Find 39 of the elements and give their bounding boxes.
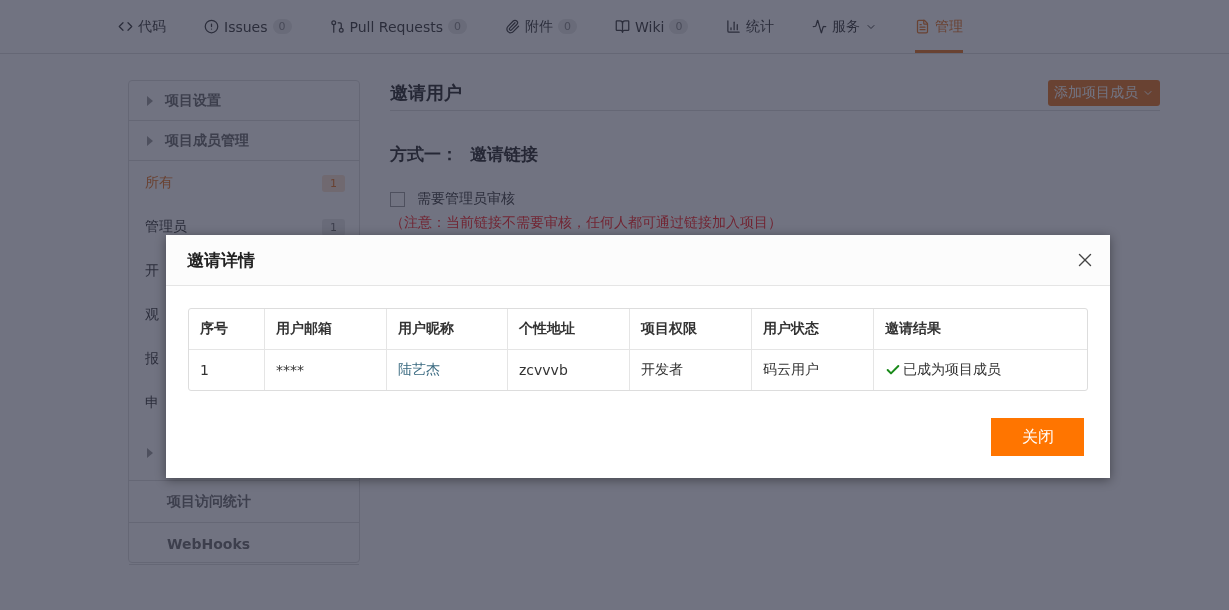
table-cell: zcvvvb [508, 350, 630, 390]
page-title: 邀请用户 [390, 81, 462, 105]
nav-tab[interactable]: 统计 [726, 0, 775, 53]
dialog-title: 邀请详情 [187, 248, 255, 272]
column-header: 用户邮箱 [265, 309, 387, 350]
caret-icon [147, 95, 153, 106]
column-header: 用户状态 [752, 309, 874, 350]
paperclip-icon [504, 19, 520, 34]
checkbox-label: 需要管理员审核 [417, 190, 515, 208]
column-header: 个性地址 [508, 309, 630, 350]
caret-icon [147, 135, 153, 146]
user-link[interactable]: 陆艺杰 [387, 350, 508, 390]
merge-icon [329, 19, 345, 34]
alert-icon [204, 19, 219, 34]
add-member-button[interactable]: 添加项目成员 [1048, 80, 1160, 106]
table-cell: 开发者 [630, 350, 752, 390]
table-cell: 码云用户 [752, 350, 874, 390]
column-header: 序号 [189, 309, 265, 350]
nav-tab[interactable]: 管理 [915, 0, 964, 53]
book-icon [614, 19, 630, 34]
table-cell: 已成为项目成员 [874, 350, 1087, 390]
section-title: 方式一： 邀请链接 [390, 143, 539, 166]
close-button[interactable]: 关闭 [991, 418, 1084, 456]
sidebar-item[interactable]: 所有 1 [129, 161, 359, 205]
note-text: （注意：当前链接不需要审核，任何人都可通过链接加入项目） [390, 214, 783, 232]
column-header: 项目权限 [630, 309, 752, 350]
column-header: 用户昵称 [387, 309, 508, 350]
document-icon [915, 19, 931, 34]
code-icon [118, 19, 133, 34]
nav-tab[interactable]: 代码 [118, 0, 166, 53]
table-cell: **** [265, 350, 387, 390]
pulse-icon [812, 19, 828, 34]
bar-chart-icon [726, 19, 742, 34]
table-cell: 1 [189, 350, 265, 390]
checkbox[interactable] [390, 191, 405, 207]
caret-icon [147, 447, 153, 458]
count-badge: 1 [322, 174, 345, 192]
column-header: 邀请结果 [874, 309, 1087, 350]
nav-tab[interactable]: 服务 [812, 0, 878, 53]
